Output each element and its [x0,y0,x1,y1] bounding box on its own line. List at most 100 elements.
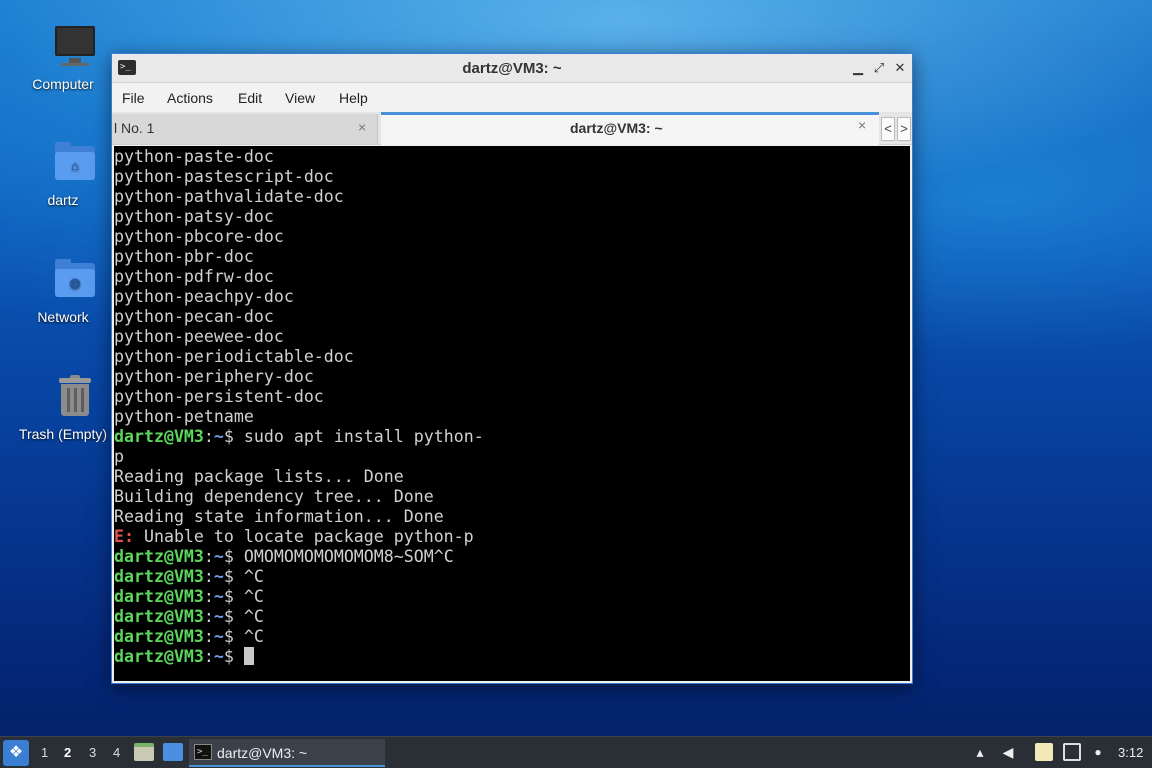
maximize-icon: ⤢ [873,60,885,75]
terminal-window: >_ dartz@VM3: ~ ▁ ⤢ ✕ File Actions Edit … [111,53,913,684]
menu-actions[interactable]: Actions [167,90,213,106]
home-folder-icon: ⌂ [51,138,99,186]
prompt-symbol: $ [223,547,234,566]
workspace-1[interactable]: 1 [41,745,48,760]
desktop-icon-computer[interactable]: Computer [30,22,120,92]
prompt-line: dartz@VM3:~$ ^C [114,567,910,587]
start-menu-button[interactable]: ❖ [3,740,29,766]
taskbar-task-label: dartz@VM3: ~ [217,745,308,761]
menu-edit[interactable]: Edit [238,90,262,106]
prompt-dir: ~ [213,627,224,646]
desktop-icon-network[interactable]: ◍ Network [30,255,120,325]
prompt-separator: : [203,427,214,446]
desktop-icon-home[interactable]: ⌂ dartz [30,138,120,208]
command-text: OMOMOMOMOMOMOM8~SOM^C [233,547,454,566]
app-menu-icon: ❖ [8,744,24,761]
file-manager-launcher-icon[interactable] [134,743,154,761]
chevron-right-icon: > [900,121,908,136]
prompt-user: dartz@VM3 [114,607,204,626]
workspace-4[interactable]: 4 [113,745,120,760]
terminal-line: python-pbr-doc [114,247,254,266]
prompt-symbol: $ [223,607,234,626]
maximize-button[interactable]: ⤢ [870,59,888,77]
error-message: Unable to locate package python-p [133,527,474,546]
desktop-icon-label: Trash (Empty) [18,426,108,442]
volume-icon[interactable]: ◀ [999,743,1017,761]
clock[interactable]: 3:12 [1118,745,1143,760]
command-text: ^C [233,567,264,586]
close-button[interactable]: ✕ [891,59,909,77]
input-method-icon[interactable]: ▴ [971,743,989,761]
tab-scroll-left-button[interactable]: < [881,117,895,141]
tab-close-icon[interactable]: × [358,119,366,135]
terminal-line: python-patsy-doc [114,207,274,226]
terminal-line: Building dependency tree... Done [114,487,434,506]
tab-bar: l No. 1 × dartz@VM3: ~ × < > [112,112,912,145]
desktop-icon-label: dartz [47,192,79,208]
chevron-left-icon: < [884,121,892,136]
prompt-user: dartz@VM3 [114,587,204,606]
prompt-dir: ~ [213,427,224,446]
taskbar: ❖ 1 2 3 4 >_ dartz@VM3: ~ ▴ ◀ ● 3:12 [0,736,1152,768]
menu-view[interactable]: View [285,90,315,106]
prompt-dir: ~ [213,547,224,566]
terminal-line: p [114,447,124,466]
tab-terminal-1[interactable]: l No. 1 × [112,114,378,144]
terminal-line: python-paste-doc [114,147,274,166]
minimize-icon: ▁ [853,60,863,75]
desktop-icon-trash[interactable]: Trash (Empty) [19,372,120,442]
prompt-user: dartz@VM3 [114,627,204,646]
terminal-line: Reading package lists... Done [114,467,404,486]
terminal-output[interactable]: python-paste-doc python-pastescript-doc … [114,146,910,681]
terminal-line: Reading state information... Done [114,507,444,526]
title-bar[interactable]: >_ dartz@VM3: ~ ▁ ⤢ ✕ [112,54,912,83]
prompt-symbol: $ [223,627,234,646]
terminal-line: python-petname [114,407,254,426]
prompt-line: dartz@VM3:~$ ^C [114,587,910,607]
prompt-user: dartz@VM3 [114,427,204,446]
prompt-dir: ~ [213,567,224,586]
command-text: ^C [233,587,264,606]
text-cursor [243,647,254,665]
tab-scroll-right-button[interactable]: > [897,117,911,141]
workspace-2[interactable]: 2 [64,745,71,760]
prompt-separator: : [203,547,214,566]
tab-terminal-2[interactable]: dartz@VM3: ~ × [381,112,879,145]
prompt-symbol: $ [223,567,234,586]
prompt-symbol: $ [223,587,234,606]
terminal-line: python-pbcore-doc [114,227,284,246]
command-text: ^C [233,607,264,626]
tab-label: dartz@VM3: ~ [570,120,663,136]
network-icon[interactable] [1063,743,1081,761]
clipboard-icon[interactable] [1035,743,1053,761]
prompt-line: dartz@VM3:~$ ^C [114,627,910,647]
notification-icon[interactable]: ● [1089,743,1107,761]
prompt-symbol: $ [223,427,234,446]
network-folder-icon: ◍ [51,255,99,303]
terminal-icon: >_ [194,744,212,760]
terminal-line: python-periphery-doc [114,367,314,386]
menu-help[interactable]: Help [339,90,368,106]
prompt-dir: ~ [213,607,224,626]
workspace-3[interactable]: 3 [89,745,96,760]
prompt-separator: : [203,627,214,646]
terminal-line: python-persistent-doc [114,387,324,406]
menu-bar: File Actions Edit View Help [112,84,912,112]
prompt-separator: : [203,607,214,626]
prompt-line-active[interactable]: dartz@VM3:~$ [114,647,910,667]
show-desktop-icon[interactable] [163,743,183,761]
minimize-button[interactable]: ▁ [849,59,867,77]
desktop-icon-label: Network [37,309,89,325]
menu-file[interactable]: File [122,90,145,106]
error-line: E: Unable to locate package python-p [114,527,910,547]
prompt-separator: : [203,567,214,586]
computer-icon [51,22,99,70]
terminal-line: python-pastescript-doc [114,167,334,186]
prompt-line: dartz@VM3:~$ sudo apt install python- [114,427,910,447]
taskbar-task-terminal[interactable]: >_ dartz@VM3: ~ [189,739,385,767]
prompt-user: dartz@VM3 [114,567,204,586]
close-icon: ✕ [894,60,906,75]
tab-close-icon[interactable]: × [858,117,866,133]
command-text: sudo apt install python- [233,427,484,446]
tab-label: l No. 1 [114,120,155,136]
